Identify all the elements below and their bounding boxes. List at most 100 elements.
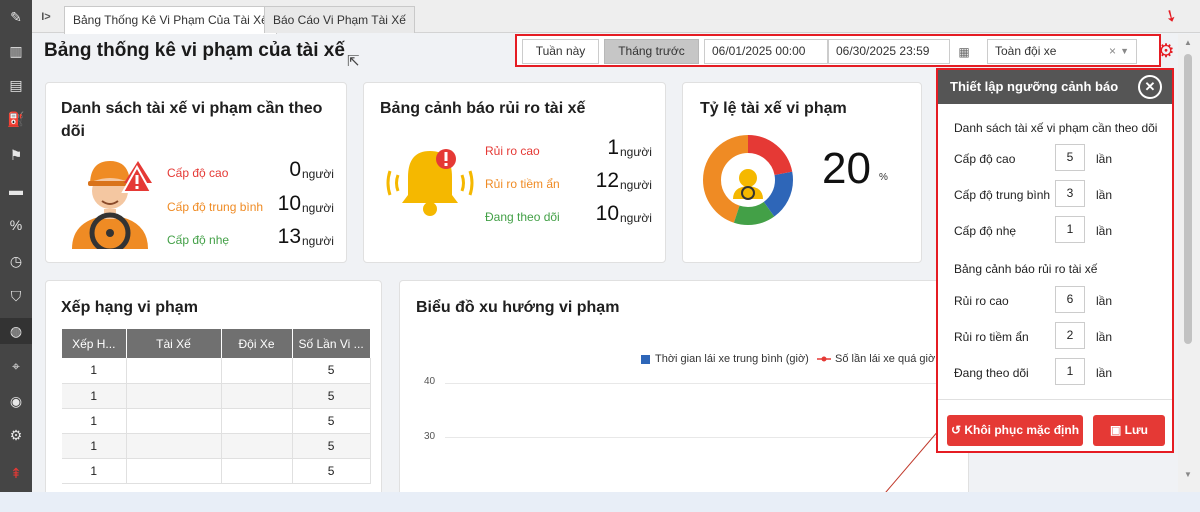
risk-potential-label: Rủi ro tiềm ẩn xyxy=(485,177,560,191)
tab-driver-stats[interactable]: Bảng Thống Kê Vi Phạm Của Tài Xế xyxy=(64,6,277,34)
setting-risk-potential-label: Rủi ro tiềm ẩn xyxy=(954,330,1029,344)
legend-line-swatch xyxy=(817,356,831,362)
table-row[interactable]: 1 5 xyxy=(62,358,371,384)
setting-high-input[interactable]: 5 xyxy=(1055,144,1085,171)
level-medium-value: 10 xyxy=(277,192,301,215)
warning-icon xyxy=(121,165,153,193)
reset-default-label: Khôi phục mặc định xyxy=(964,423,1080,437)
setting-risk-potential-input[interactable]: 2 xyxy=(1055,322,1085,349)
level-low-label: Cấp độ nhẹ xyxy=(167,233,230,247)
setting-high-label: Cấp độ cao xyxy=(954,152,1016,166)
camera-icon[interactable]: ◉ xyxy=(0,388,32,414)
map-pin-icon[interactable]: ⌖ xyxy=(0,353,32,379)
page-title: Bảng thống kê vi phạm của tài xế xyxy=(44,40,345,61)
table-row[interactable]: 1 5 xyxy=(62,458,371,484)
column-header-count[interactable]: Số Lần Vi ... xyxy=(292,329,371,358)
fleet-select[interactable]: Toàn đội xe × ▼ xyxy=(987,39,1137,64)
percent-icon[interactable]: % xyxy=(0,212,32,238)
threshold-settings-panel: Thiết lập ngưỡng cảnh báo ✕ Danh sách tà… xyxy=(936,68,1174,453)
count-cell: 5 xyxy=(292,383,371,409)
risk-high-label: Rủi ro cao xyxy=(485,144,540,158)
rank-cell: 1 xyxy=(62,433,127,459)
risk-potential-value: 12 xyxy=(595,169,619,192)
setting-risk-high-unit: lần xyxy=(1096,294,1113,308)
risk-watching-value: 10 xyxy=(595,202,619,225)
section-risk-title: Bảng cảnh báo rủi ro tài xế xyxy=(954,262,1098,276)
date-to-input[interactable]: 06/30/2025 23:59 xyxy=(828,39,950,64)
collapse-sidebar-icon[interactable]: I> xyxy=(32,0,60,33)
setting-high-unit: lần xyxy=(1096,152,1113,166)
level-high-label: Cấp độ cao xyxy=(167,166,229,180)
save-icon: ▣ xyxy=(1109,423,1125,437)
edit-icon[interactable]: ✎ xyxy=(0,4,32,30)
setting-risk-high-label: Rủi ro cao xyxy=(954,294,1009,308)
vertical-scrollbar[interactable]: ▲ ▼ xyxy=(1178,34,1200,492)
risk-warning-card: Bảng cảnh báo rủi ro tài xế Rủi ro cao 1… xyxy=(363,82,666,263)
reset-default-button[interactable]: ↺ Khôi phục mặc định xyxy=(947,415,1083,446)
driver-cell xyxy=(126,408,222,434)
briefcase-icon[interactable]: ▬ xyxy=(0,177,32,203)
scroll-up-icon[interactable]: ▲ xyxy=(1184,38,1192,47)
filter-bar: Tuần này Tháng trước 06/01/2025 00:00 06… xyxy=(515,34,1161,67)
alarm-bell-icon xyxy=(386,149,474,216)
clear-icon[interactable]: × xyxy=(1109,40,1116,63)
fleet-cell xyxy=(221,433,293,459)
date-from-input[interactable]: 06/01/2025 00:00 xyxy=(704,39,828,64)
save-label: Lưu xyxy=(1124,423,1149,437)
scroll-top-icon[interactable]: ⇞ xyxy=(0,460,32,486)
setting-risk-watching-label: Đang theo dõi xyxy=(954,366,1029,380)
driver-icon[interactable]: ◍ xyxy=(0,318,32,344)
risk-high-value: 1 xyxy=(607,136,619,159)
risk-watching-unit: người xyxy=(620,211,652,225)
trend-chart-card: Biểu đồ xu hướng vi phạm Thời gian lái x… xyxy=(399,280,970,492)
calendar-icon[interactable]: ▦ xyxy=(949,39,979,64)
count-cell: 5 xyxy=(292,458,371,484)
chevron-down-icon[interactable]: ▼ xyxy=(1120,40,1129,63)
setting-risk-watching-input[interactable]: 1 xyxy=(1055,358,1085,385)
table-row[interactable]: 1 5 xyxy=(62,433,371,459)
column-header-rank[interactable]: Xếp H... xyxy=(62,329,127,358)
rank-cell: 1 xyxy=(62,408,127,434)
setting-risk-potential-unit: lần xyxy=(1096,330,1113,344)
shield-icon[interactable]: ⛉ xyxy=(0,283,32,309)
scrollbar-thumb[interactable] xyxy=(1184,54,1192,344)
fleet-cell xyxy=(221,408,293,434)
section-driver-watch-title: Danh sách tài xế vi phạm cần theo dõi xyxy=(954,121,1158,135)
rank-cell: 1 xyxy=(62,383,127,409)
setting-low-input[interactable]: 1 xyxy=(1055,216,1085,243)
driver-cell xyxy=(126,358,222,384)
legend-bar-label[interactable]: Thời gian lái xe trung bình (giờ) xyxy=(655,353,809,365)
table-row[interactable]: 1 5 xyxy=(62,408,371,434)
settings-gear-icon[interactable]: ⚙ xyxy=(1155,40,1177,62)
this-week-button[interactable]: Tuần này xyxy=(522,39,599,64)
risk-potential-unit: người xyxy=(620,178,652,192)
legend-line-label[interactable]: Số lần lái xe quá giờ xyxy=(835,353,935,365)
risk-high-unit: người xyxy=(620,145,652,159)
column-header-driver[interactable]: Tài Xế xyxy=(126,329,222,358)
column-header-fleet[interactable]: Đội Xe xyxy=(221,329,293,358)
violation-ratio-donut xyxy=(703,135,793,225)
setting-medium-unit: lần xyxy=(1096,188,1113,202)
chart-icon[interactable]: ▥ xyxy=(0,38,32,64)
save-button[interactable]: ▣ Lưu xyxy=(1093,415,1165,446)
gear-icon[interactable]: ⚙ xyxy=(0,422,32,448)
close-icon[interactable]: ✕ xyxy=(1138,75,1162,99)
level-medium-unit: người xyxy=(302,201,334,215)
table-row[interactable]: 1 5 xyxy=(62,383,371,409)
driver-cell xyxy=(126,383,222,409)
rank-cell: 1 xyxy=(62,458,127,484)
setting-risk-high-input[interactable]: 6 xyxy=(1055,286,1085,313)
trend-chart-title: Biểu đồ xu hướng vi phạm xyxy=(416,299,620,316)
level-high-unit: người xyxy=(302,167,334,181)
rank-cell: 1 xyxy=(62,358,127,384)
fuel-icon[interactable]: ⛽ xyxy=(0,106,32,132)
setting-medium-input[interactable]: 3 xyxy=(1055,180,1085,207)
setting-medium-label: Cấp độ trung bình xyxy=(954,188,1051,202)
clock-icon[interactable]: ◷ xyxy=(0,248,32,274)
dashboard-icon[interactable]: ▤ xyxy=(0,72,32,98)
tab-violation-report[interactable]: Báo Cáo Vi Phạm Tài Xế xyxy=(264,6,415,33)
left-sidebar: ✎ ▥ ▤ ⛽ ⚑ ▬ % ◷ ⛉ ◍ ⌖ ◉ ⚙ ⇞ xyxy=(0,0,32,492)
last-month-button[interactable]: Tháng trước xyxy=(604,39,699,64)
route-icon[interactable]: ⚑ xyxy=(0,142,32,168)
scroll-down-icon[interactable]: ▼ xyxy=(1184,470,1192,479)
